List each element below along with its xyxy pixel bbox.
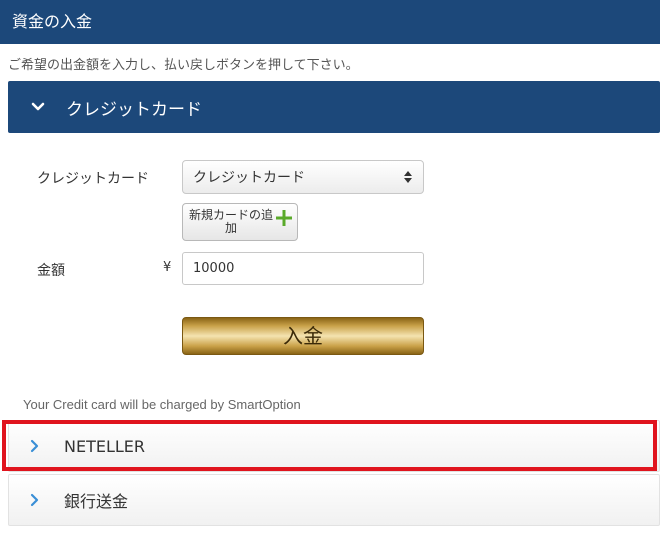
section-header-neteller[interactable]: NETELLER bbox=[8, 420, 660, 472]
chevron-right-icon bbox=[30, 493, 39, 507]
card-select[interactable]: クレジットカード bbox=[182, 160, 424, 194]
amount-label: 金額 bbox=[37, 263, 65, 279]
section-header-bank-transfer[interactable]: 銀行送金 bbox=[8, 474, 660, 526]
section-label: 銀行送金 bbox=[64, 492, 129, 511]
section-header-credit-card[interactable]: クレジットカード bbox=[8, 81, 660, 133]
plus-icon bbox=[276, 210, 292, 226]
chevron-right-icon bbox=[30, 439, 39, 453]
chevron-down-icon bbox=[31, 102, 45, 111]
charge-note: Your Credit card will be charged by Smar… bbox=[23, 397, 301, 412]
currency-symbol: ¥ bbox=[163, 260, 172, 275]
section-label: NETELLER bbox=[64, 436, 146, 456]
instruction-text: ご希望の出金額を入力し、払い戻しボタンを押して下さい。 bbox=[8, 58, 359, 73]
card-label: クレジットカード bbox=[37, 171, 149, 187]
add-card-button[interactable]: 新規カードの追加 bbox=[182, 203, 298, 241]
section-label: クレジットカード bbox=[66, 99, 202, 120]
amount-input[interactable] bbox=[182, 252, 424, 285]
deposit-page: 資金の入金 ご希望の出金額を入力し、払い戻しボタンを押して下さい。 クレジットカ… bbox=[0, 0, 660, 533]
deposit-button[interactable]: 入金 bbox=[182, 317, 424, 355]
page-title: 資金の入金 bbox=[0, 0, 660, 44]
card-select-value: クレジットカード bbox=[193, 170, 305, 186]
select-arrows-icon bbox=[404, 171, 412, 183]
add-card-label: 新規カードの追加 bbox=[188, 208, 273, 235]
